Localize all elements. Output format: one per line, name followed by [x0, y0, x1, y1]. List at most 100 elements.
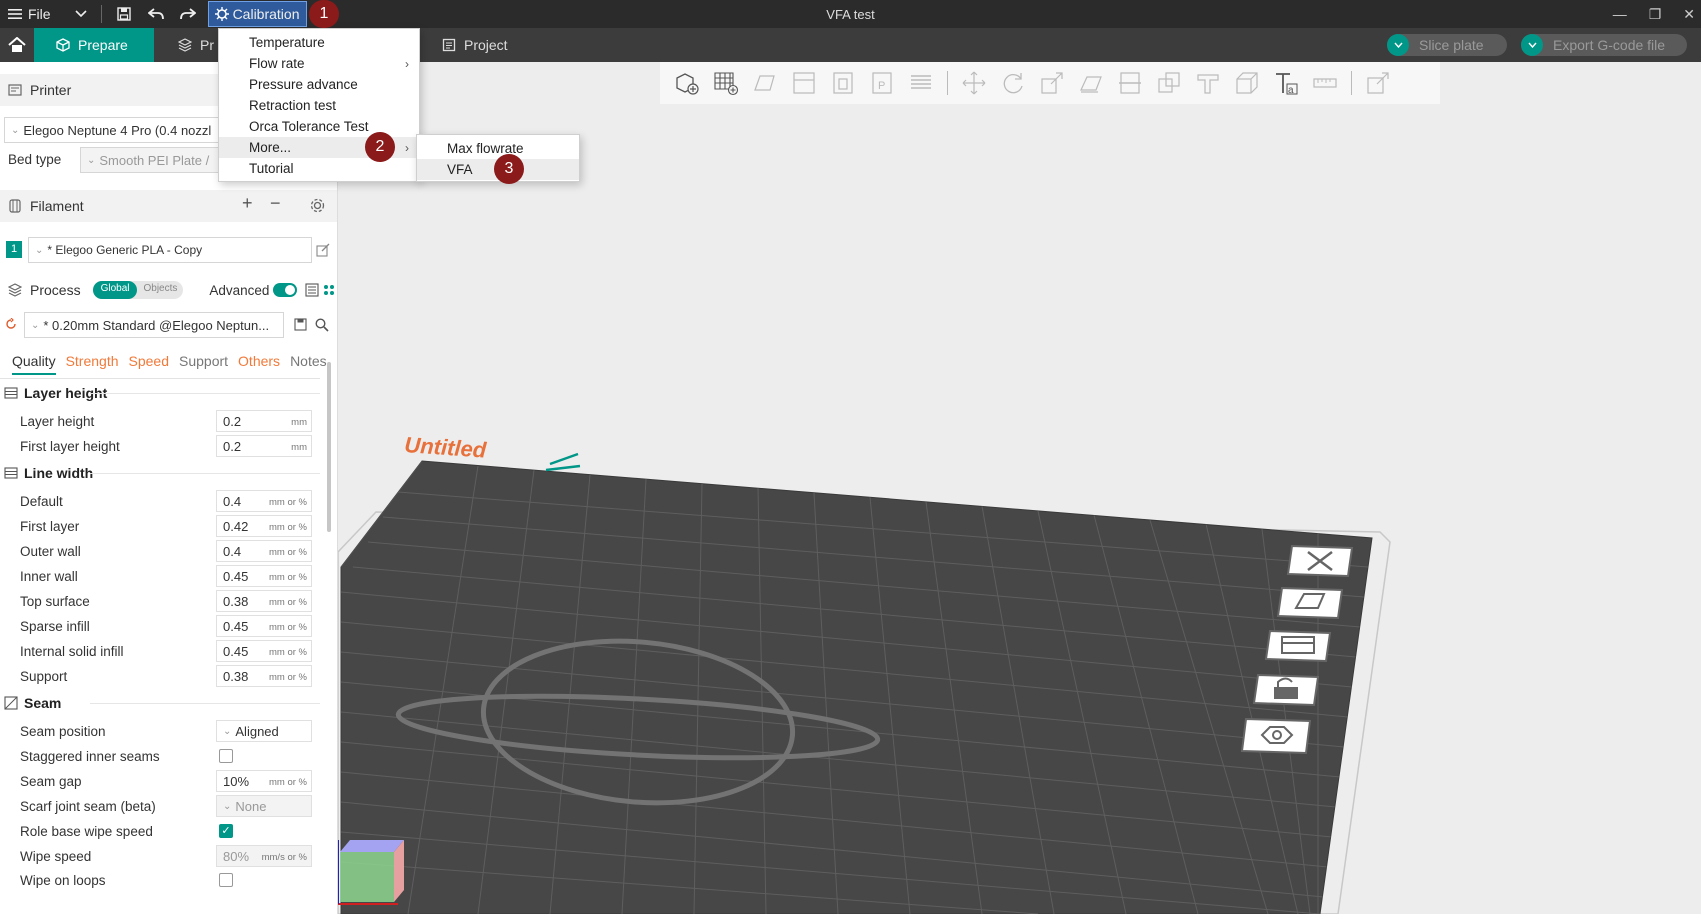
redo-icon[interactable]: [172, 0, 204, 28]
export-dropdown-chevron-icon[interactable]: [1521, 34, 1543, 56]
seam-icon: [4, 696, 18, 710]
advanced-label: Advanced: [209, 282, 270, 298]
menu-item-orca-tolerance-test[interactable]: Orca Tolerance Test: [219, 116, 419, 137]
tab-notes[interactable]: Notes: [290, 353, 327, 375]
filament-settings-gear-icon[interactable]: [310, 198, 325, 213]
default-line-width-input[interactable]: 0.4 mm or %: [216, 490, 312, 512]
process-preset-select[interactable]: ⌄ * 0.20mm Standard @Elegoo Neptun...: [24, 312, 284, 338]
outer-wall-line-width-input[interactable]: 0.4 mm or %: [216, 540, 312, 562]
delete-plate-icon[interactable]: [1286, 540, 1354, 580]
internal-solid-infill-line-width-input[interactable]: 0.45 mm or %: [216, 640, 312, 662]
inner-wall-line-width-input[interactable]: 0.45 mm or %: [216, 565, 312, 587]
nodes-icon[interactable]: [323, 284, 335, 296]
wipe-speed-input[interactable]: 80% mm/s or %: [216, 845, 312, 867]
setting-row-staggered-inner-seams: Staggered inner seams: [20, 744, 320, 768]
file-dropdown-chevron-icon[interactable]: [67, 0, 95, 28]
lock-plate-icon[interactable]: [1252, 669, 1320, 709]
wipe-on-loops-checkbox[interactable]: [219, 873, 233, 887]
export-gcode-button[interactable]: Export G-code file: [1521, 34, 1687, 56]
add-filament-icon[interactable]: +: [242, 193, 253, 214]
menu-item-retraction-test[interactable]: Retraction test: [219, 95, 419, 116]
slice-dropdown-chevron-icon[interactable]: [1387, 34, 1409, 56]
setting-value: 0.38: [223, 668, 249, 684]
setting-label: Sparse infill: [20, 618, 90, 634]
setting-label: Outer wall: [20, 543, 81, 559]
setting-row-internal-solid-infill: Internal solid infill 0.45 mm or %: [20, 639, 320, 663]
title-bar: File Calibration VFA test — ❐ ✕: [0, 0, 1701, 28]
filament-section-header: Filament: [0, 190, 337, 222]
restore-icon[interactable]: ❐: [1649, 6, 1662, 23]
setting-label: Support: [20, 668, 68, 684]
setting-value: 0.2: [223, 438, 242, 454]
undo-icon[interactable]: [140, 0, 172, 28]
support-line-width-input[interactable]: 0.38 mm or %: [216, 665, 312, 687]
setting-row-support: Support 0.38 mm or %: [20, 664, 320, 688]
orient-plate-icon[interactable]: [1264, 625, 1332, 665]
setting-row-sparse-infill: Sparse infill 0.45 mm or %: [20, 614, 320, 638]
scarf-joint-seam-select[interactable]: ⌄ None: [216, 795, 312, 817]
tab-support[interactable]: Support: [179, 353, 228, 375]
menu-item-flow-rate[interactable]: Flow rate ›: [219, 53, 419, 74]
setting-row-seam-position: Seam position ⌄ Aligned: [20, 719, 320, 743]
setting-label: Layer height: [20, 413, 95, 429]
global-toggle-option[interactable]: Global: [92, 281, 138, 299]
save-preset-icon[interactable]: [294, 318, 307, 331]
compare-presets-icon[interactable]: [305, 283, 319, 297]
bed-type-select[interactable]: ⌄ Smooth PEI Plate /: [80, 147, 220, 173]
top-surface-line-width-input[interactable]: 0.38 mm or %: [216, 590, 312, 612]
layer-height-group-label: Layer height: [24, 385, 108, 401]
filament-name: * Elegoo Generic PLA - Copy: [47, 243, 203, 257]
advanced-toggle-switch[interactable]: [273, 283, 298, 297]
menu-item-pressure-advance[interactable]: Pressure advance: [219, 74, 419, 95]
plate-settings-icon[interactable]: [1240, 713, 1312, 757]
menu-item-tutorial[interactable]: Tutorial: [219, 158, 419, 179]
menu-item-temperature[interactable]: Temperature: [219, 32, 419, 53]
printer-section-label: Printer: [30, 82, 72, 98]
settings-scrollbar[interactable]: [327, 362, 331, 532]
setting-row-outer-wall: Outer wall 0.4 mm or %: [20, 539, 320, 563]
edit-filament-icon[interactable]: [316, 243, 330, 257]
seam-position-select[interactable]: ⌄ Aligned: [216, 720, 312, 742]
setting-value: 80%: [223, 848, 250, 864]
slice-plate-button[interactable]: Slice plate: [1387, 34, 1507, 56]
chevron-right-icon: ›: [405, 56, 409, 71]
staggered-inner-seams-checkbox[interactable]: [219, 749, 233, 763]
printer-select[interactable]: ⌄ Elegoo Neptune 4 Pro (0.4 nozzl: [4, 117, 220, 143]
chevron-down-icon: ⌄: [11, 124, 20, 136]
calibration-menu-button[interactable]: Calibration: [207, 1, 307, 27]
menu-item-label: Tutorial: [249, 161, 294, 176]
global-objects-toggle[interactable]: Global Objects: [92, 281, 184, 299]
menu-item-label: Retraction test: [249, 98, 337, 113]
first-layer-height-input[interactable]: 0.2 mm: [216, 435, 312, 457]
role-base-wipe-speed-checkbox[interactable]: ✓: [219, 824, 233, 838]
reset-preset-icon[interactable]: [5, 318, 17, 330]
setting-row-inner-wall: Inner wall 0.45 mm or %: [20, 564, 320, 588]
tab-quality[interactable]: Quality: [12, 353, 56, 375]
tab-project[interactable]: Project: [420, 28, 530, 62]
search-icon[interactable]: [315, 318, 329, 332]
setting-unit: mm: [291, 417, 307, 428]
minimize-icon[interactable]: —: [1613, 6, 1627, 22]
tab-prepare[interactable]: Prepare: [34, 28, 154, 62]
save-icon[interactable]: [108, 0, 140, 28]
close-icon[interactable]: ✕: [1683, 6, 1695, 23]
remove-filament-icon[interactable]: −: [270, 193, 281, 214]
menu-item-max-flowrate[interactable]: Max flowrate: [417, 138, 579, 159]
objects-toggle-option[interactable]: Objects: [137, 281, 183, 299]
auto-arrange-plate-icon[interactable]: [1276, 582, 1344, 622]
first-layer-line-width-input[interactable]: 0.42 mm or %: [216, 515, 312, 537]
layer-height-input[interactable]: 0.2 mm: [216, 410, 312, 432]
sparse-infill-line-width-input[interactable]: 0.45 mm or %: [216, 615, 312, 637]
tab-speed[interactable]: Speed: [129, 353, 169, 375]
home-icon[interactable]: [0, 28, 34, 62]
tabs-divider: [0, 378, 320, 379]
filament-select[interactable]: ⌄ * Elegoo Generic PLA - Copy: [28, 237, 312, 263]
build-plate[interactable]: Untitled: [338, 62, 1701, 914]
seam-gap-input[interactable]: 10% mm or %: [216, 770, 312, 792]
tab-strength[interactable]: Strength: [66, 353, 119, 375]
tab-others[interactable]: Others: [238, 353, 280, 375]
3d-viewport[interactable]: P a Untitled: [338, 62, 1701, 914]
seam-group-label: Seam: [24, 695, 62, 711]
menu-item-label: Pressure advance: [249, 77, 358, 92]
file-menu-button[interactable]: File: [0, 0, 59, 28]
